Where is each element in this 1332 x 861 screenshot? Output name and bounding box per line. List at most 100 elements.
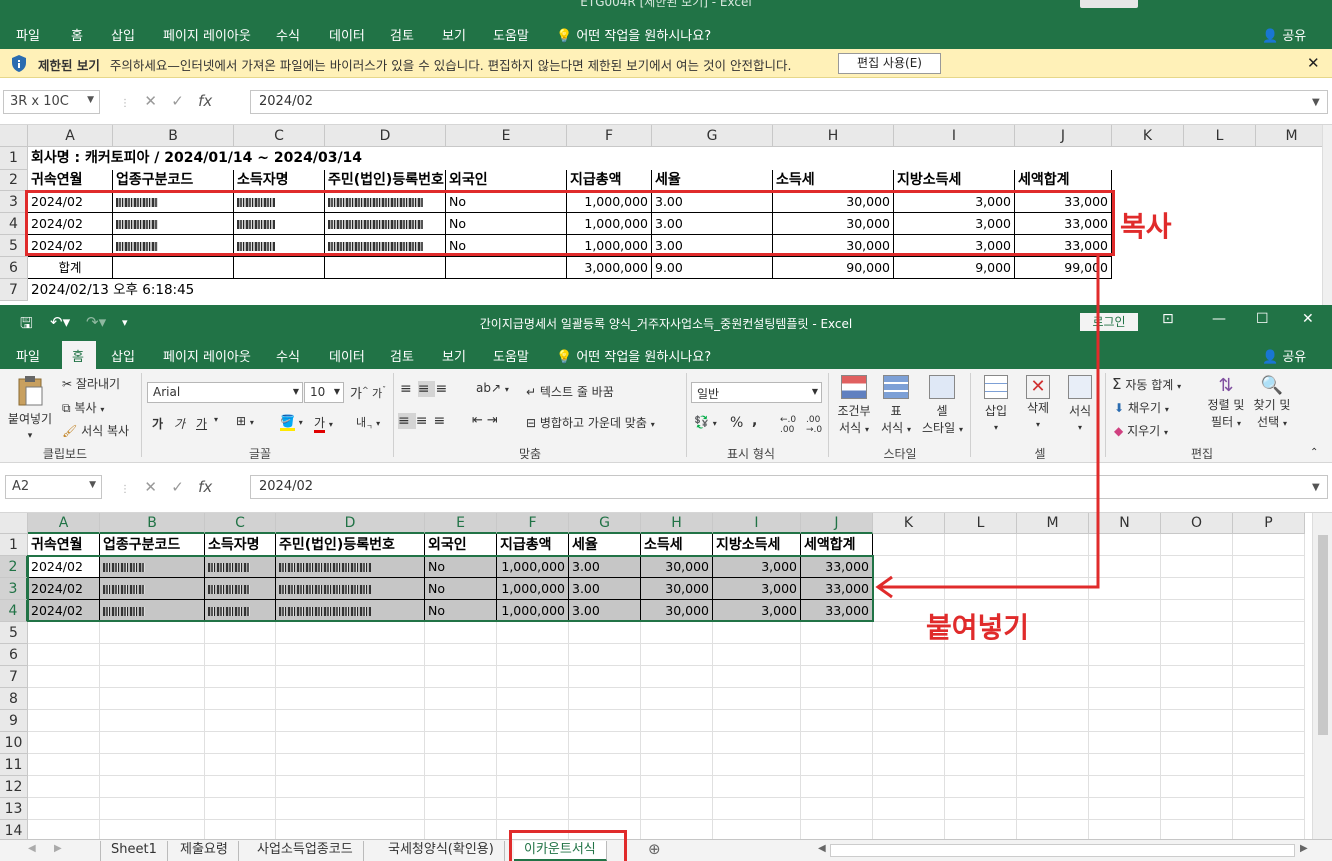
menu-data[interactable]: 데이터 (329, 25, 365, 44)
row-header[interactable]: 6 (0, 644, 28, 666)
empty-cell[interactable] (1233, 556, 1305, 578)
empty-cell[interactable] (1017, 798, 1089, 820)
empty-cell[interactable] (1161, 578, 1233, 600)
empty-cell[interactable] (28, 776, 100, 798)
col-header[interactable]: E (446, 125, 567, 147)
row-header[interactable]: 9 (0, 710, 28, 732)
wrap-text-button[interactable]: ↵ 텍스트 줄 바꿈 (526, 383, 614, 400)
empty-cell[interactable] (497, 644, 569, 666)
empty-cell[interactable] (1089, 600, 1161, 622)
col-header[interactable]: F (567, 125, 652, 147)
empty-cell[interactable] (641, 622, 713, 644)
row-header[interactable]: 7 (0, 666, 28, 688)
cut-button[interactable]: ✂ 잘라내기 (62, 375, 120, 392)
col-header[interactable]: L (1184, 125, 1256, 147)
empty-cell[interactable] (1161, 644, 1233, 666)
horizontal-scrollbar[interactable] (830, 844, 1295, 857)
empty-cell[interactable] (1233, 578, 1305, 600)
empty-cell[interactable] (497, 754, 569, 776)
empty-cell[interactable] (945, 754, 1017, 776)
table-header-cell[interactable]: 지급총액 (567, 170, 652, 191)
empty-cell[interactable] (1233, 754, 1305, 776)
empty-cell[interactable] (713, 820, 801, 839)
empty-cell[interactable] (713, 754, 801, 776)
empty-cell[interactable] (641, 644, 713, 666)
empty-cell[interactable] (873, 732, 945, 754)
vertical-align-icons[interactable]: ≡≡≡ (400, 381, 453, 397)
find-select-button[interactable]: 🔍 찾기 및 선택 ▾ (1250, 375, 1294, 430)
menu-page-layout[interactable]: 페이지 레이아웃 (163, 346, 251, 365)
paste-button[interactable]: 붙여넣기 ▾ (6, 375, 54, 441)
percent-button[interactable]: % (730, 415, 743, 431)
empty-cell[interactable] (425, 622, 497, 644)
empty-cell[interactable] (713, 710, 801, 732)
chevron-down-icon[interactable]: ▼ (87, 95, 94, 105)
orientation-icon[interactable]: ab↗ ▾ (476, 381, 509, 395)
empty-cell[interactable] (801, 666, 873, 688)
font-color-button[interactable]: 가 ▾ (314, 414, 333, 433)
empty-cell[interactable] (28, 710, 100, 732)
empty-cell[interactable] (497, 776, 569, 798)
table-header-cell[interactable]: 주민(법인)등록번호 (325, 170, 446, 191)
empty-cell[interactable] (425, 688, 497, 710)
empty-cell[interactable] (569, 710, 641, 732)
empty-cell[interactable] (1161, 798, 1233, 820)
empty-cell[interactable] (425, 754, 497, 776)
total-cell[interactable] (234, 257, 325, 279)
autosum-button[interactable]: Σ 자동 합계 ▾ (1112, 375, 1181, 393)
tab-scroll-left-icon[interactable]: ◀ (28, 843, 36, 854)
empty-cell[interactable] (425, 666, 497, 688)
total-cell[interactable] (325, 257, 446, 279)
empty-cell[interactable] (1233, 776, 1305, 798)
empty-cell[interactable] (100, 820, 205, 839)
total-cell[interactable] (446, 257, 567, 279)
close-icon[interactable]: ✕ (1302, 311, 1314, 327)
empty-cell[interactable] (569, 754, 641, 776)
empty-cell[interactable] (713, 688, 801, 710)
table-header-cell[interactable]: 귀속연월 (28, 534, 100, 556)
empty-cell[interactable] (497, 666, 569, 688)
tell-me[interactable]: 💡 어떤 작업을 원하시나요? (556, 346, 711, 365)
col-header[interactable]: B (100, 513, 205, 534)
empty-cell[interactable] (873, 754, 945, 776)
close-icon[interactable]: ✕ (1307, 54, 1320, 72)
row-header[interactable]: 8 (0, 688, 28, 710)
cancel-icon[interactable]: ✕ (144, 92, 157, 110)
empty-cell[interactable] (945, 776, 1017, 798)
empty-cell[interactable] (1233, 820, 1305, 839)
bottom-vertical-scrollbar[interactable] (1312, 513, 1332, 839)
tab-home[interactable]: 홈 (62, 341, 96, 369)
col-header[interactable]: D (276, 513, 425, 534)
table-header-cell[interactable]: 소득자명 (234, 170, 325, 191)
table-header-cell[interactable]: 귀속연월 (28, 170, 113, 191)
col-header[interactable]: J (801, 513, 873, 534)
empty-cell[interactable] (1017, 754, 1089, 776)
menu-review[interactable]: 검토 (390, 346, 414, 365)
sort-filter-button[interactable]: ⇅ 정렬 및 필터 ▾ (1204, 375, 1248, 430)
empty-cell[interactable] (945, 666, 1017, 688)
comma-button[interactable]: , (752, 413, 757, 429)
timestamp-cell[interactable]: 2024/02/13 오후 6:18:45 (28, 279, 328, 301)
empty-cell[interactable] (801, 622, 873, 644)
empty-cell[interactable] (1233, 622, 1305, 644)
chevron-down-icon[interactable]: ▼ (1312, 482, 1320, 493)
menu-review[interactable]: 검토 (390, 25, 414, 44)
empty-cell[interactable] (1089, 754, 1161, 776)
empty-cell[interactable] (205, 732, 276, 754)
total-label[interactable]: 합계 (28, 257, 113, 279)
empty-cell[interactable] (100, 710, 205, 732)
empty-cell[interactable] (569, 644, 641, 666)
table-header-cell[interactable]: 세액합계 (1015, 170, 1112, 191)
empty-cell[interactable] (1161, 688, 1233, 710)
empty-cell[interactable] (100, 622, 205, 644)
empty-cell[interactable] (1017, 776, 1089, 798)
empty-cell[interactable] (28, 688, 100, 710)
copy-button[interactable]: ⧉ 복사 ▾ (62, 399, 104, 416)
empty-cell[interactable] (945, 820, 1017, 839)
row-header[interactable]: 13 (0, 798, 28, 820)
empty-cell[interactable] (205, 644, 276, 666)
check-icon[interactable]: ✓ (171, 92, 184, 110)
chevron-down-icon[interactable]: ▼ (89, 480, 96, 490)
hscroll-right-icon[interactable]: ▶ (1300, 843, 1308, 854)
indent-icons[interactable]: ⇤⇥ (472, 413, 502, 428)
